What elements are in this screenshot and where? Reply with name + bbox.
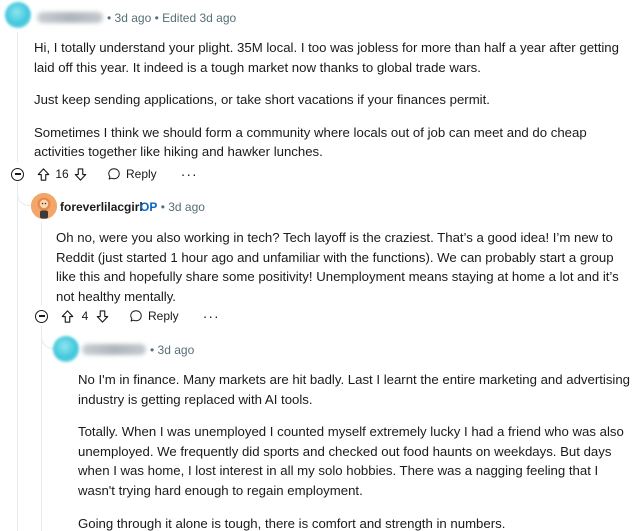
avatar[interactable] xyxy=(5,2,31,28)
comment-meta: • 3d ago • Edited 3d ago xyxy=(107,11,237,25)
upvote-icon[interactable] xyxy=(36,167,51,182)
collapse-icon[interactable] xyxy=(35,309,48,323)
comment-actions: 16 Reply ··· xyxy=(11,162,198,186)
comment-body: Hi, I totally understand your plight. 35… xyxy=(34,38,634,162)
comment-paragraph: Hi, I totally understand your plight. 35… xyxy=(34,40,619,75)
upvote-icon[interactable] xyxy=(60,309,75,324)
comment-thread: • 3d ago • Edited 3d ago Hi, I totally u… xyxy=(0,0,644,531)
comment-paragraph: Oh no, were you also working in tech? Te… xyxy=(56,230,619,304)
avatar[interactable] xyxy=(31,193,57,219)
downvote-icon[interactable] xyxy=(73,167,88,182)
downvote-icon[interactable] xyxy=(95,309,110,324)
reply-label: Reply xyxy=(126,167,157,181)
comment-paragraph: Totally. When I was unemployed I counted… xyxy=(78,424,624,498)
reply-label: Reply xyxy=(148,309,179,323)
reply-button[interactable]: Reply xyxy=(107,167,157,181)
reply-button[interactable]: Reply xyxy=(129,309,179,323)
thread-line-2-continued xyxy=(41,326,42,531)
comment-paragraph: Sometimes I think we should form a commu… xyxy=(34,124,587,160)
comment-paragraph: Just keep sending applications, or take … xyxy=(34,92,490,108)
username-redacted[interactable] xyxy=(37,12,103,23)
comment-actions: 4 Reply ··· xyxy=(35,304,220,328)
comment-meta-time: • 3d ago xyxy=(160,200,205,214)
more-icon[interactable]: ··· xyxy=(203,308,220,324)
comment-paragraph: No I'm in finance. Many markets are hit … xyxy=(78,372,631,407)
comment-body: Oh no, were you also working in tech? Te… xyxy=(56,228,636,306)
username-redacted[interactable] xyxy=(82,344,146,355)
vote-score: 16 xyxy=(55,167,69,181)
comment-meta: • 3d ago xyxy=(150,343,195,357)
op-badge: OP xyxy=(140,200,158,214)
username-text: foreverlilacgirl xyxy=(60,200,143,214)
more-icon[interactable]: ··· xyxy=(181,166,198,182)
reply-icon xyxy=(130,310,142,322)
thread-line-1[interactable] xyxy=(17,32,18,162)
username[interactable]: foreverlilacgirl xyxy=(60,200,143,214)
avatar[interactable] xyxy=(53,336,79,362)
comment-body: No I'm in finance. Many markets are hit … xyxy=(78,370,638,531)
thread-line-2[interactable] xyxy=(41,222,42,305)
thread-line-1-continued xyxy=(17,182,18,531)
reply-icon xyxy=(108,168,120,180)
comment-meta: OP • 3d ago xyxy=(140,200,205,214)
vote-score: 4 xyxy=(81,309,89,323)
comment-paragraph: Going through it alone is tough, there i… xyxy=(78,515,506,531)
collapse-icon[interactable] xyxy=(11,167,24,181)
